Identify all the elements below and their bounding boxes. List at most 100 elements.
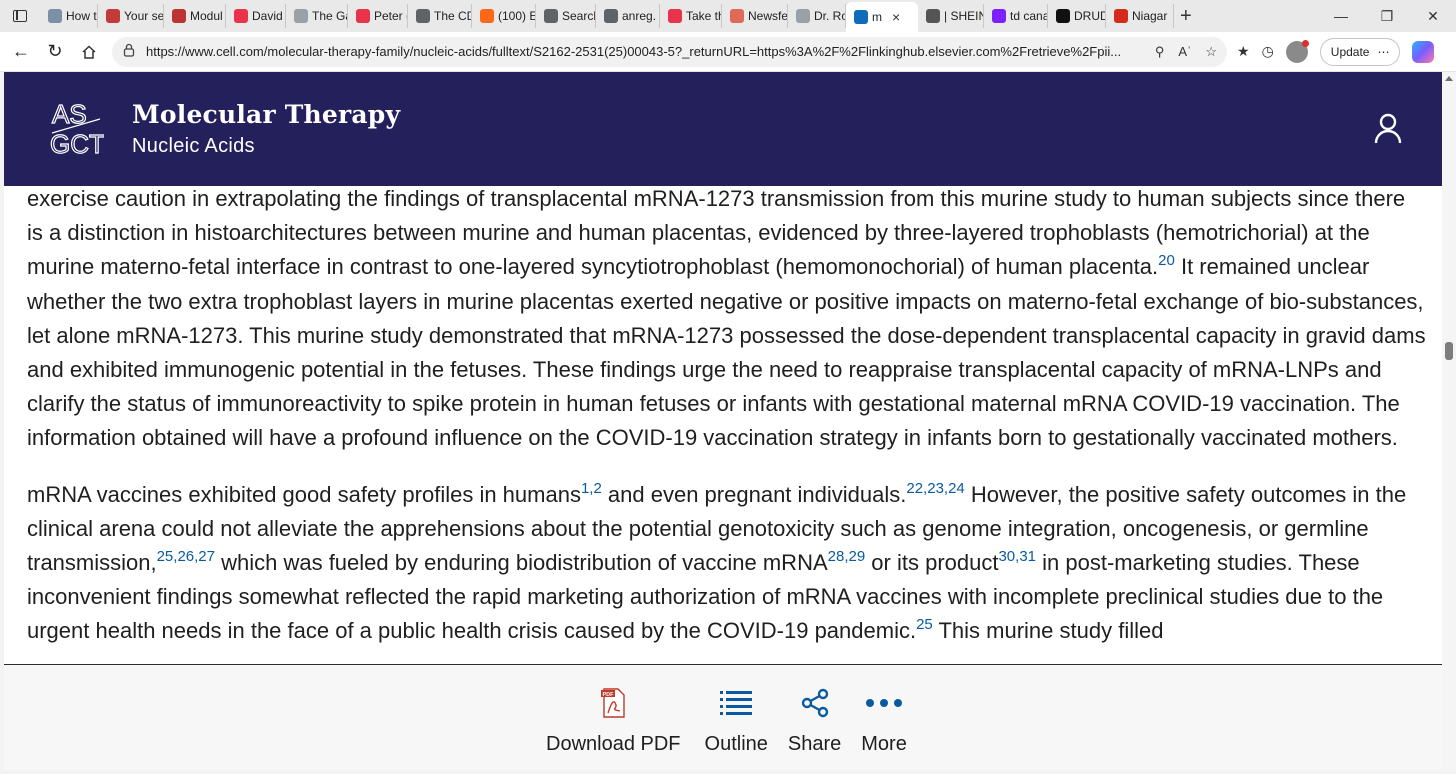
browser-tab[interactable]: The Ga (286, 4, 348, 28)
address-bar[interactable]: https://www.cell.com/molecular-therapy-f… (112, 36, 1227, 67)
browser-tab[interactable]: How to (40, 4, 98, 28)
minimize-button[interactable]: — (1318, 8, 1364, 24)
citation-link[interactable]: 1,2 (581, 480, 602, 497)
building-icon (172, 9, 186, 23)
browser-tab[interactable]: DRUDG (1048, 4, 1106, 28)
download-pdf-button[interactable]: PDF Download PDF (536, 685, 691, 756)
tab-label: DRUDG (1074, 9, 1105, 23)
tab-label: m (872, 10, 882, 24)
citation-link[interactable]: 30,31 (998, 548, 1036, 565)
browser-tab[interactable]: Modul (164, 4, 226, 28)
tab-label: David ( (252, 9, 285, 23)
maple-leaf-icon (1114, 9, 1128, 23)
tab-label: Dr. Rol (814, 9, 845, 23)
browser-tab[interactable]: The CD (408, 4, 472, 28)
window-controls: — ❐ ✕ (1318, 0, 1456, 32)
favorites-icon[interactable]: ★ (1237, 43, 1250, 60)
scroll-thumb[interactable] (1445, 342, 1453, 360)
profile-avatar[interactable] (1285, 39, 1309, 63)
tab-actions-icon (13, 10, 27, 22)
more-button[interactable]: More (851, 685, 917, 756)
paragraph-text: which was fueled by enduring biodistribu… (214, 550, 828, 576)
article-body: exercise caution in extrapolating the fi… (27, 182, 1427, 671)
read-aloud-icon[interactable]: Aˈ (1178, 44, 1191, 60)
browser-tab[interactable]: Niagar (1106, 4, 1174, 28)
site-info-icon[interactable] (122, 43, 140, 60)
browser-tab[interactable]: m × (846, 2, 918, 32)
gp-icon (796, 9, 810, 23)
citation-link[interactable]: 25 (916, 616, 933, 633)
share-button[interactable]: Share (778, 685, 851, 756)
m-icon (604, 9, 618, 23)
tab-label: Niagar (1132, 9, 1168, 23)
browser-tab[interactable]: Peter ( (348, 4, 408, 28)
r-icon (730, 9, 744, 23)
svg-text:PDF: PDF (603, 692, 615, 698)
tab-label: (100) E (498, 9, 536, 23)
url-text: https://www.cell.com/molecular-therapy-f… (146, 44, 1122, 59)
tab-actions-button[interactable] (0, 0, 40, 32)
tab-label: anreg. (622, 9, 657, 23)
close-tab-icon[interactable]: × (892, 9, 900, 25)
journal-title: Molecular Therapy (132, 100, 401, 129)
tab-label: Search (562, 9, 595, 23)
citation-link[interactable]: 20 (1158, 252, 1175, 269)
close-window-button[interactable]: ✕ (1410, 8, 1456, 25)
google-icon (416, 9, 430, 23)
tab-label: Take th (686, 9, 722, 23)
browser-tab[interactable]: Search (536, 4, 596, 28)
reload-button[interactable]: ↻ (38, 35, 72, 69)
home-button[interactable] (72, 35, 106, 69)
citation-link[interactable]: 28,29 (828, 548, 866, 565)
browser-tab[interactable]: Dr. Rol (788, 4, 846, 28)
generic-page-icon (48, 9, 62, 23)
new-tab-button[interactable]: + (1180, 5, 1192, 28)
citation-link[interactable]: 22,23,24 (906, 480, 964, 497)
share-label: Share (787, 733, 842, 755)
download-pdf-label: Download PDF (546, 733, 681, 755)
copilot-icon[interactable] (1412, 40, 1435, 63)
more-label: More (861, 733, 907, 755)
outline-label: Outline (704, 733, 768, 755)
browser-tab[interactable]: | SHEIN (918, 4, 984, 28)
tab-label: The CD (434, 9, 472, 23)
update-button[interactable]: Update ⋯ (1319, 37, 1401, 66)
browser-tab[interactable]: Take th (660, 4, 722, 28)
browser-toolbar: ← ↻ https://www.cell.com/molecular-thera… (0, 32, 1456, 72)
drudge-icon (1056, 9, 1070, 23)
gp-icon (294, 9, 308, 23)
paragraph-text: or its product (865, 550, 999, 576)
citation-link[interactable]: 25,26,27 (157, 548, 215, 565)
home-icon (82, 44, 96, 59)
tab-label: Your se (124, 9, 164, 23)
share-icon (801, 688, 828, 718)
more-options-icon: ⋯ (1377, 44, 1390, 59)
search-icon (544, 9, 558, 23)
tab-label: How to (66, 9, 97, 23)
youtube-icon (668, 9, 682, 23)
journal-brand[interactable]: Molecular Therapy Nucleic Acids (132, 100, 400, 158)
youtube-icon (356, 9, 370, 23)
browser-tab[interactable]: Newsfe (722, 4, 788, 28)
favorite-star-icon[interactable]: ☆ (1205, 44, 1217, 60)
link-icon (854, 10, 868, 24)
tab-list: How to Your se Modul David (The Ga Peter ( Th… (40, 0, 1174, 32)
browser-tab[interactable]: Your se (98, 4, 164, 28)
more-dots-icon (866, 699, 903, 707)
outline-button[interactable]: Outline (695, 685, 778, 756)
browser-tab[interactable]: td cana (984, 4, 1048, 28)
browser-tab[interactable]: David ( (226, 4, 286, 28)
browser-tab[interactable]: anreg. (596, 4, 660, 28)
user-account-icon[interactable] (1374, 112, 1402, 144)
tab-label: Newsfe (748, 9, 788, 23)
browser-tab[interactable]: (100) E (472, 4, 536, 28)
page-scrollbar[interactable] (1442, 72, 1456, 770)
pdf-icon: PDF (601, 688, 625, 718)
zoom-icon[interactable]: ⚲ (1155, 44, 1165, 60)
scroll-up-arrow[interactable] (1445, 76, 1453, 81)
restore-button[interactable]: ❐ (1364, 8, 1410, 25)
youtube-icon (234, 9, 248, 23)
history-icon[interactable]: ◷ (1262, 43, 1274, 60)
asgct-logo[interactable]: AS GCT (48, 93, 105, 165)
back-button[interactable]: ← (4, 35, 38, 69)
